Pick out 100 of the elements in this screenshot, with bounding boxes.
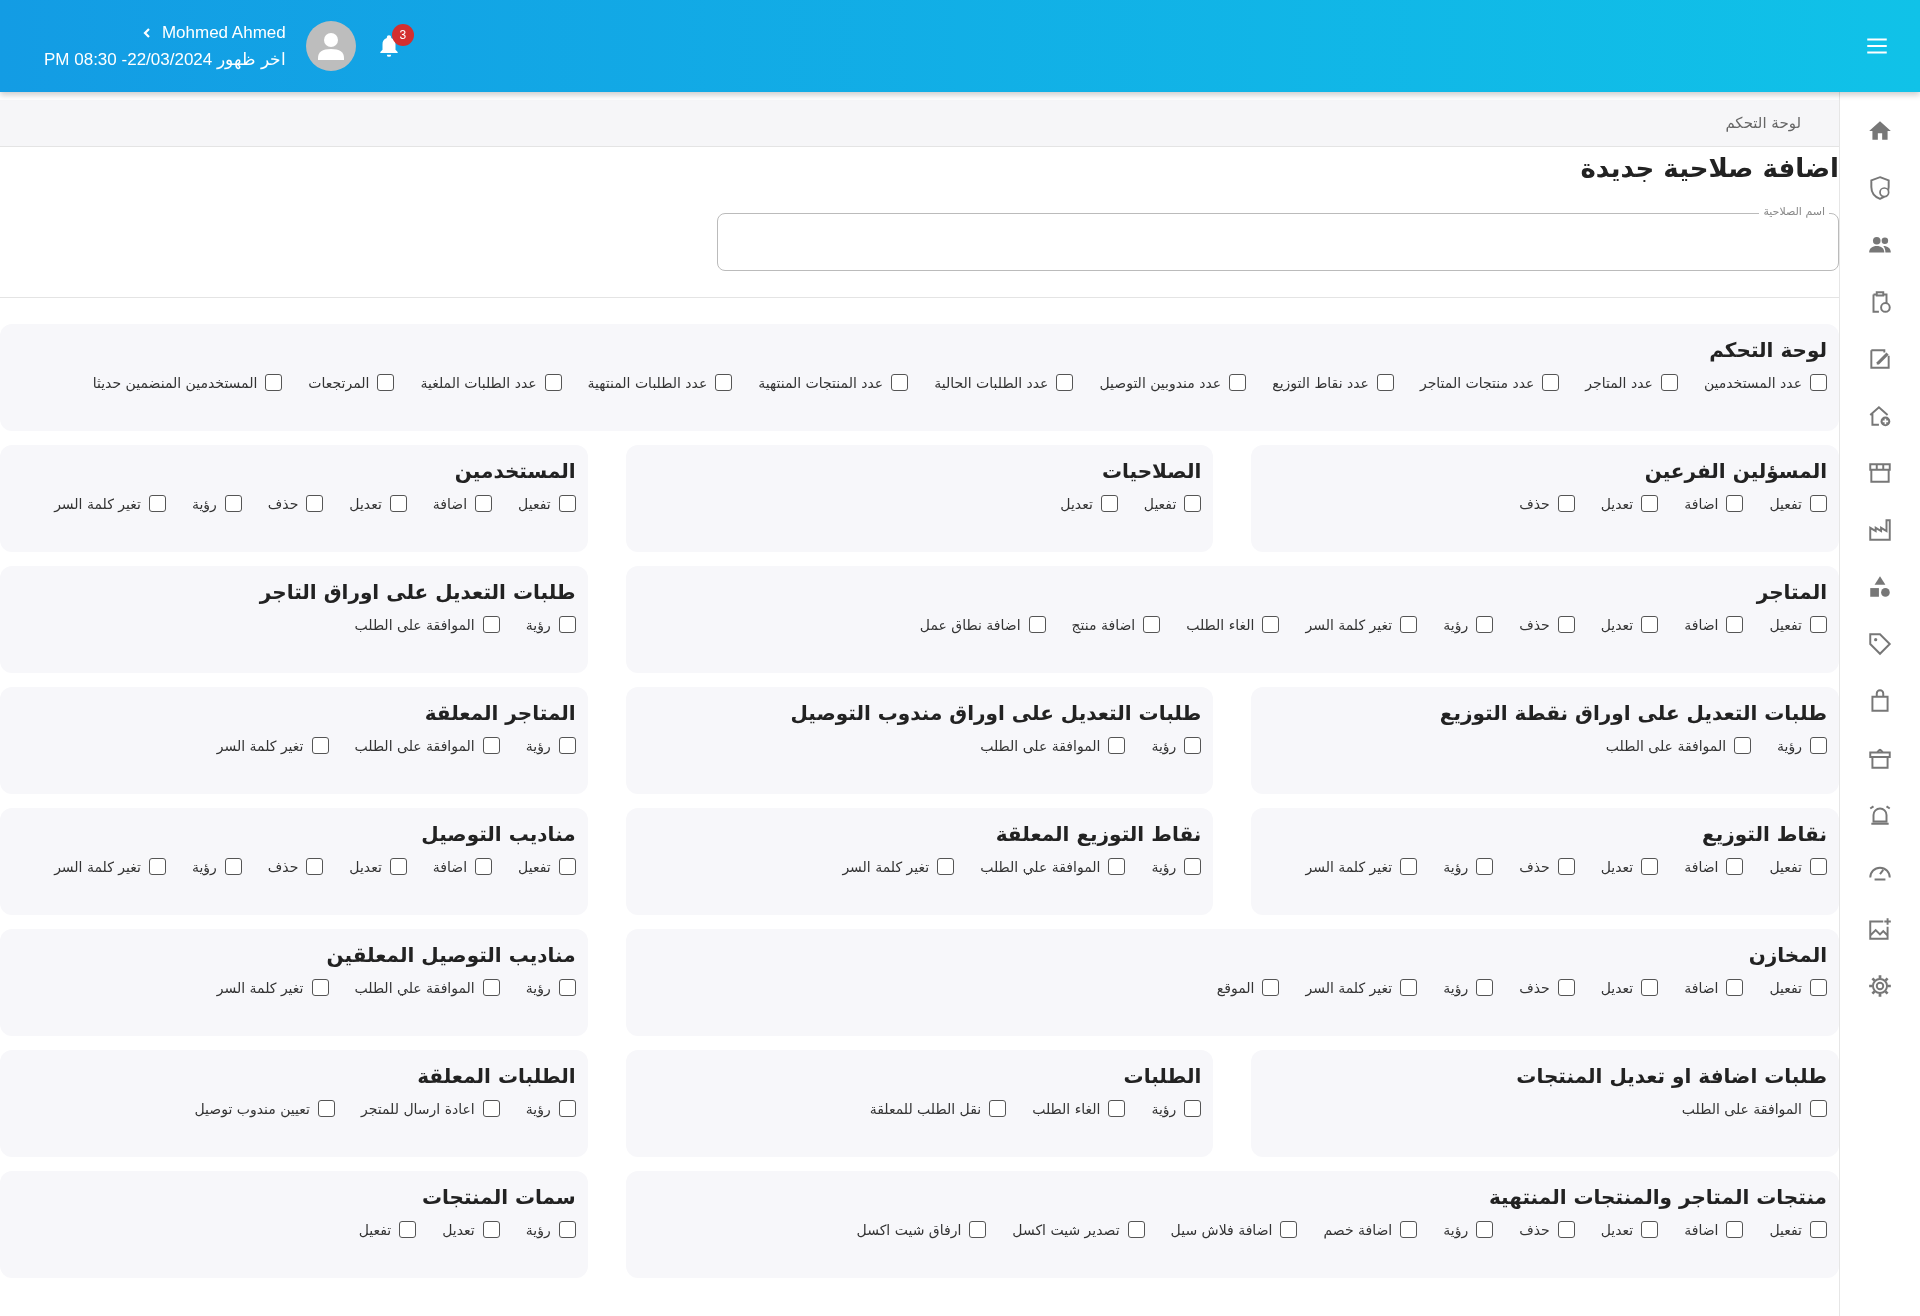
breadcrumb-link[interactable]: لوحة التحكم [1725,114,1801,132]
checkbox[interactable] [1476,979,1494,996]
checkbox[interactable] [317,1100,335,1117]
checkbox[interactable] [715,374,733,391]
checkbox[interactable] [306,495,324,512]
checkbox[interactable] [1557,858,1575,875]
checkbox[interactable] [1810,616,1827,633]
house-plus-icon[interactable] [1867,403,1893,429]
checkbox[interactable] [1726,495,1744,512]
checkbox-label: عدد منتجات المتاجر [1419,374,1535,391]
checkbox[interactable] [1810,495,1827,512]
checkbox[interactable] [1726,1221,1744,1238]
checkbox[interactable] [1143,616,1161,633]
avatar-icon[interactable] [305,21,356,71]
checkbox[interactable] [265,374,283,391]
checkbox[interactable] [558,1221,576,1238]
checkbox[interactable] [1726,858,1744,875]
settings-icon[interactable] [1867,973,1893,999]
checkbox[interactable] [224,495,242,512]
checkbox[interactable] [1127,1221,1145,1238]
checkbox[interactable] [1641,979,1659,996]
checkbox[interactable] [148,495,166,512]
shield-icon[interactable] [1867,175,1893,201]
checkbox[interactable] [1262,616,1280,633]
checkbox[interactable] [482,979,500,996]
checkbox[interactable] [1810,1221,1827,1238]
checkbox[interactable] [1641,495,1659,512]
checkbox-label: رؤية [1151,858,1177,875]
checkbox[interactable] [1557,616,1575,633]
edit-icon[interactable] [1867,346,1893,372]
checkbox[interactable] [1726,616,1744,633]
store-icon[interactable] [1867,460,1893,486]
checkbox[interactable] [558,495,576,512]
checkbox[interactable] [1810,858,1827,875]
checkbox[interactable] [475,495,493,512]
checkbox[interactable] [937,858,955,875]
checkbox[interactable] [1056,374,1074,391]
checkbox[interactable] [1810,374,1827,391]
checkbox[interactable] [1476,1221,1494,1238]
checkbox[interactable] [544,374,562,391]
checkbox[interactable] [1400,616,1418,633]
checkbox[interactable] [1810,737,1827,754]
checkbox[interactable] [1108,737,1126,754]
checkbox[interactable] [1810,979,1827,996]
name-input-field[interactable]: اسم الصلاحية [717,203,1839,271]
checkbox[interactable] [1734,737,1752,754]
image-plus-icon[interactable] [1867,916,1893,942]
checkbox[interactable] [1028,616,1046,633]
checkbox[interactable] [482,616,500,633]
factory-icon[interactable] [1867,517,1893,543]
checkbox[interactable] [1476,858,1494,875]
checkbox[interactable] [224,858,242,875]
checkbox[interactable] [1542,374,1560,391]
checkbox[interactable] [389,858,407,875]
checkbox[interactable] [482,1100,500,1117]
checkbox[interactable] [891,374,909,391]
checkbox[interactable] [311,737,329,754]
checkbox[interactable] [1810,1100,1827,1117]
checkbox[interactable] [482,737,500,754]
checkbox[interactable] [1184,737,1202,754]
checkbox[interactable] [1100,495,1118,512]
checkbox[interactable] [1376,374,1394,391]
checkbox[interactable] [1641,616,1659,633]
checkbox[interactable] [1400,1221,1418,1238]
checkbox[interactable] [148,858,166,875]
checkbox[interactable] [1280,1221,1298,1238]
checkbox[interactable] [1184,495,1202,512]
checkbox[interactable] [1184,1100,1202,1117]
checkbox[interactable] [306,858,324,875]
checkbox[interactable] [399,1221,417,1238]
checkbox[interactable] [377,374,395,391]
checkbox[interactable] [1557,1221,1575,1238]
checkbox[interactable] [1229,374,1247,391]
checkbox[interactable] [989,1100,1007,1117]
shapes-icon[interactable] [1867,574,1893,600]
tag-icon[interactable] [1867,631,1893,657]
checkbox[interactable] [475,858,493,875]
checkbox[interactable] [1400,858,1418,875]
checkbox[interactable] [1108,858,1126,875]
checkbox[interactable] [558,979,576,996]
checkbox[interactable] [1660,374,1678,391]
checkbox[interactable] [558,1100,576,1117]
checkbox[interactable] [1726,979,1744,996]
checkbox[interactable] [1108,1100,1126,1117]
checkbox[interactable] [1184,858,1202,875]
checkbox[interactable] [1400,979,1418,996]
checkbox[interactable] [1557,495,1575,512]
checkbox[interactable] [1476,616,1494,633]
checkbox[interactable] [311,979,329,996]
checkbox[interactable] [558,616,576,633]
checkbox[interactable] [558,737,576,754]
checkbox[interactable] [389,495,407,512]
chevron-icon[interactable] [141,27,152,38]
checkbox[interactable] [969,1221,987,1238]
checkbox[interactable] [482,1221,500,1238]
checkbox[interactable] [1262,979,1280,996]
checkbox[interactable] [1557,979,1575,996]
checkbox[interactable] [558,858,576,875]
checkbox[interactable] [1641,1221,1659,1238]
checkbox[interactable] [1641,858,1659,875]
